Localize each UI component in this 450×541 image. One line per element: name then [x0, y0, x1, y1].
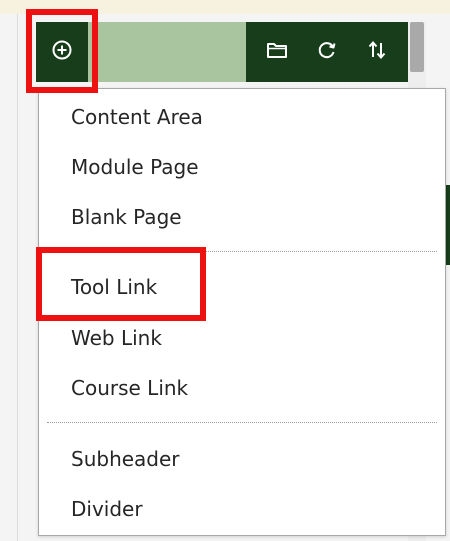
folder-icon [266, 40, 288, 64]
plus-circle-icon [51, 39, 73, 65]
reorder-button[interactable] [362, 37, 392, 67]
menu-item-content-area[interactable]: Content Area [71, 105, 203, 129]
menu-item-subheader[interactable]: Subheader [71, 447, 180, 471]
add-menu-item-dropdown: Content Area Module Page Blank Page Tool… [38, 88, 446, 536]
menu-separator [47, 251, 437, 252]
scrollbar-thumb[interactable] [410, 22, 424, 72]
menu-item-blank-page[interactable]: Blank Page [71, 205, 182, 229]
toolbar-left-section [36, 22, 246, 82]
menu-item-tool-link[interactable]: Tool Link [71, 275, 157, 299]
refresh-icon [316, 39, 338, 65]
menu-item-web-link[interactable]: Web Link [71, 326, 162, 350]
toolbar-right-section [246, 22, 408, 82]
menu-item-course-link[interactable]: Course Link [71, 376, 188, 400]
refresh-button[interactable] [312, 37, 342, 67]
sort-arrows-icon [366, 39, 388, 65]
add-menu-item-button[interactable] [36, 22, 88, 82]
left-divider [17, 14, 18, 541]
menu-item-divider[interactable]: Divider [71, 497, 143, 521]
menu-item-module-page[interactable]: Module Page [71, 155, 199, 179]
menu-separator [47, 422, 437, 423]
course-menu-toolbar [36, 22, 408, 82]
course-menu-screen: Content Area Module Page Blank Page Tool… [0, 0, 450, 541]
manage-folder-button[interactable] [262, 37, 292, 67]
top-strip [0, 0, 450, 14]
